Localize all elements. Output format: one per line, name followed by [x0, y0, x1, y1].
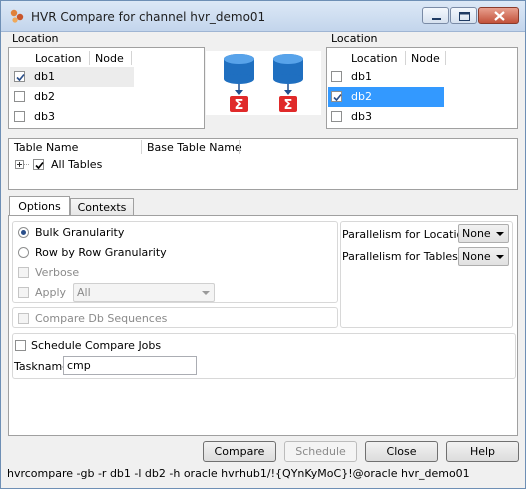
schedule-compare-jobs-checkbox[interactable] — [15, 340, 26, 351]
check-icon — [333, 93, 342, 102]
hvr-app-icon — [10, 9, 24, 23]
left-location-row-db3[interactable]: db3 — [10, 107, 134, 127]
all-tables-checkbox[interactable] — [33, 159, 44, 170]
right-location-row-db3[interactable]: db3 — [328, 107, 444, 127]
svg-text:Σ: Σ — [235, 98, 244, 113]
compare-button[interactable]: Compare — [203, 441, 276, 462]
verbose-label: Verbose — [35, 266, 80, 279]
taskname-input[interactable] — [63, 356, 197, 375]
parallelism-tables-select[interactable]: None — [458, 247, 509, 266]
options-pane: Bulk Granularity Row by Row Granularity … — [8, 215, 518, 436]
title-bar[interactable]: HVR Compare for channel hvr_demo01 — [1, 1, 525, 32]
apply-select-value: All — [77, 286, 91, 299]
help-button[interactable]: Help — [446, 441, 519, 462]
minimize-icon — [432, 18, 441, 20]
right-location-row-db2[interactable]: db2 — [328, 87, 444, 107]
parallelism-locations-label: Parallelism for Locations — [342, 228, 476, 241]
tab-options[interactable]: Options — [9, 196, 70, 217]
header-separator — [445, 51, 446, 65]
apply-label: Apply — [35, 286, 67, 299]
header-separator — [239, 140, 240, 154]
close-window-button[interactable] — [478, 7, 519, 24]
left-location-list[interactable]: Location Node db1 db2 db3 — [8, 47, 205, 129]
taskname-field[interactable] — [64, 357, 196, 374]
right-location-list[interactable]: Location Node db1 db2 db3 — [326, 47, 518, 129]
right-location-row-db1[interactable]: db1 — [328, 67, 444, 87]
header-separator — [89, 51, 90, 65]
right-db3-label: db3 — [351, 110, 372, 123]
left-location-group-label: Location — [12, 32, 59, 45]
parallelism-tables-label: Parallelism for Tables — [342, 250, 458, 263]
taskname-label: Taskname — [14, 360, 69, 373]
command-line-status: hvrcompare -gb -r db1 -l db2 -h oracle h… — [7, 467, 470, 480]
base-table-name-header: Base Table Name — [147, 141, 242, 154]
tab-contexts[interactable]: Contexts — [70, 198, 134, 216]
radio-selected-dot — [21, 230, 26, 235]
header-separator — [131, 51, 132, 65]
left-db1-label: db1 — [34, 70, 55, 83]
right-db1-checkbox[interactable] — [331, 71, 342, 82]
schedule-button[interactable]: Schedule — [284, 441, 357, 462]
tab-contexts-label: Contexts — [77, 201, 127, 214]
header-separator — [405, 51, 406, 65]
apply-checkbox[interactable] — [18, 287, 29, 298]
close-icon — [494, 11, 505, 21]
left-location-header: Location — [35, 52, 82, 65]
close-button[interactable]: Close — [365, 441, 438, 462]
right-node-header: Node — [411, 52, 440, 65]
compare-dialog: HVR Compare for channel hvr_demo01 Locat… — [0, 0, 526, 489]
bulk-granularity-label: Bulk Granularity — [35, 226, 125, 239]
left-db1-checkbox[interactable] — [14, 71, 25, 82]
compare-databases-icon: Σ Σ — [206, 51, 321, 115]
check-icon — [35, 161, 44, 170]
apply-select[interactable]: All — [73, 283, 215, 302]
parallelism-locations-value: None — [462, 227, 491, 240]
left-db3-label: db3 — [34, 110, 55, 123]
compare-db-sequences-checkbox[interactable] — [18, 313, 29, 324]
bulk-granularity-radio[interactable] — [18, 227, 29, 238]
window-title: HVR Compare for channel hvr_demo01 — [31, 10, 266, 24]
left-location-row-db2[interactable]: db2 — [10, 87, 134, 107]
row-by-row-granularity-label: Row by Row Granularity — [35, 246, 167, 259]
header-separator — [141, 140, 142, 154]
chevron-down-icon — [496, 255, 504, 259]
chevron-down-icon — [202, 291, 210, 295]
left-node-header: Node — [95, 52, 124, 65]
table-name-header: Table Name — [14, 141, 79, 154]
right-location-header: Location — [351, 52, 398, 65]
verbose-checkbox[interactable] — [18, 267, 29, 278]
compare-db-sequences-label: Compare Db Sequences — [35, 312, 168, 325]
tab-options-label: Options — [18, 200, 61, 213]
right-db2-checkbox[interactable] — [331, 91, 342, 102]
right-db1-label: db1 — [351, 70, 372, 83]
right-db3-checkbox[interactable] — [331, 111, 342, 122]
left-db3-checkbox[interactable] — [14, 111, 25, 122]
left-location-row-db1[interactable]: db1 — [10, 67, 134, 87]
schedule-compare-jobs-label: Schedule Compare Jobs — [31, 339, 162, 352]
right-location-group-label: Location — [331, 32, 378, 45]
tree-expand-icon[interactable] — [15, 160, 29, 169]
chevron-down-icon — [496, 232, 504, 236]
maximize-button[interactable] — [450, 7, 477, 24]
left-db2-checkbox[interactable] — [14, 91, 25, 102]
left-db2-label: db2 — [34, 90, 55, 103]
row-by-row-granularity-radio[interactable] — [18, 247, 29, 258]
right-db2-label: db2 — [351, 90, 372, 103]
parallelism-tables-value: None — [462, 250, 491, 263]
maximize-icon — [459, 12, 470, 21]
check-icon — [16, 73, 25, 82]
all-tables-label: All Tables — [51, 158, 103, 171]
minimize-button[interactable] — [422, 7, 449, 24]
parallelism-locations-select[interactable]: None — [458, 224, 509, 243]
svg-text:Σ: Σ — [284, 98, 293, 113]
tables-tree[interactable]: Table Name Base Table Name All Tables — [8, 138, 518, 190]
